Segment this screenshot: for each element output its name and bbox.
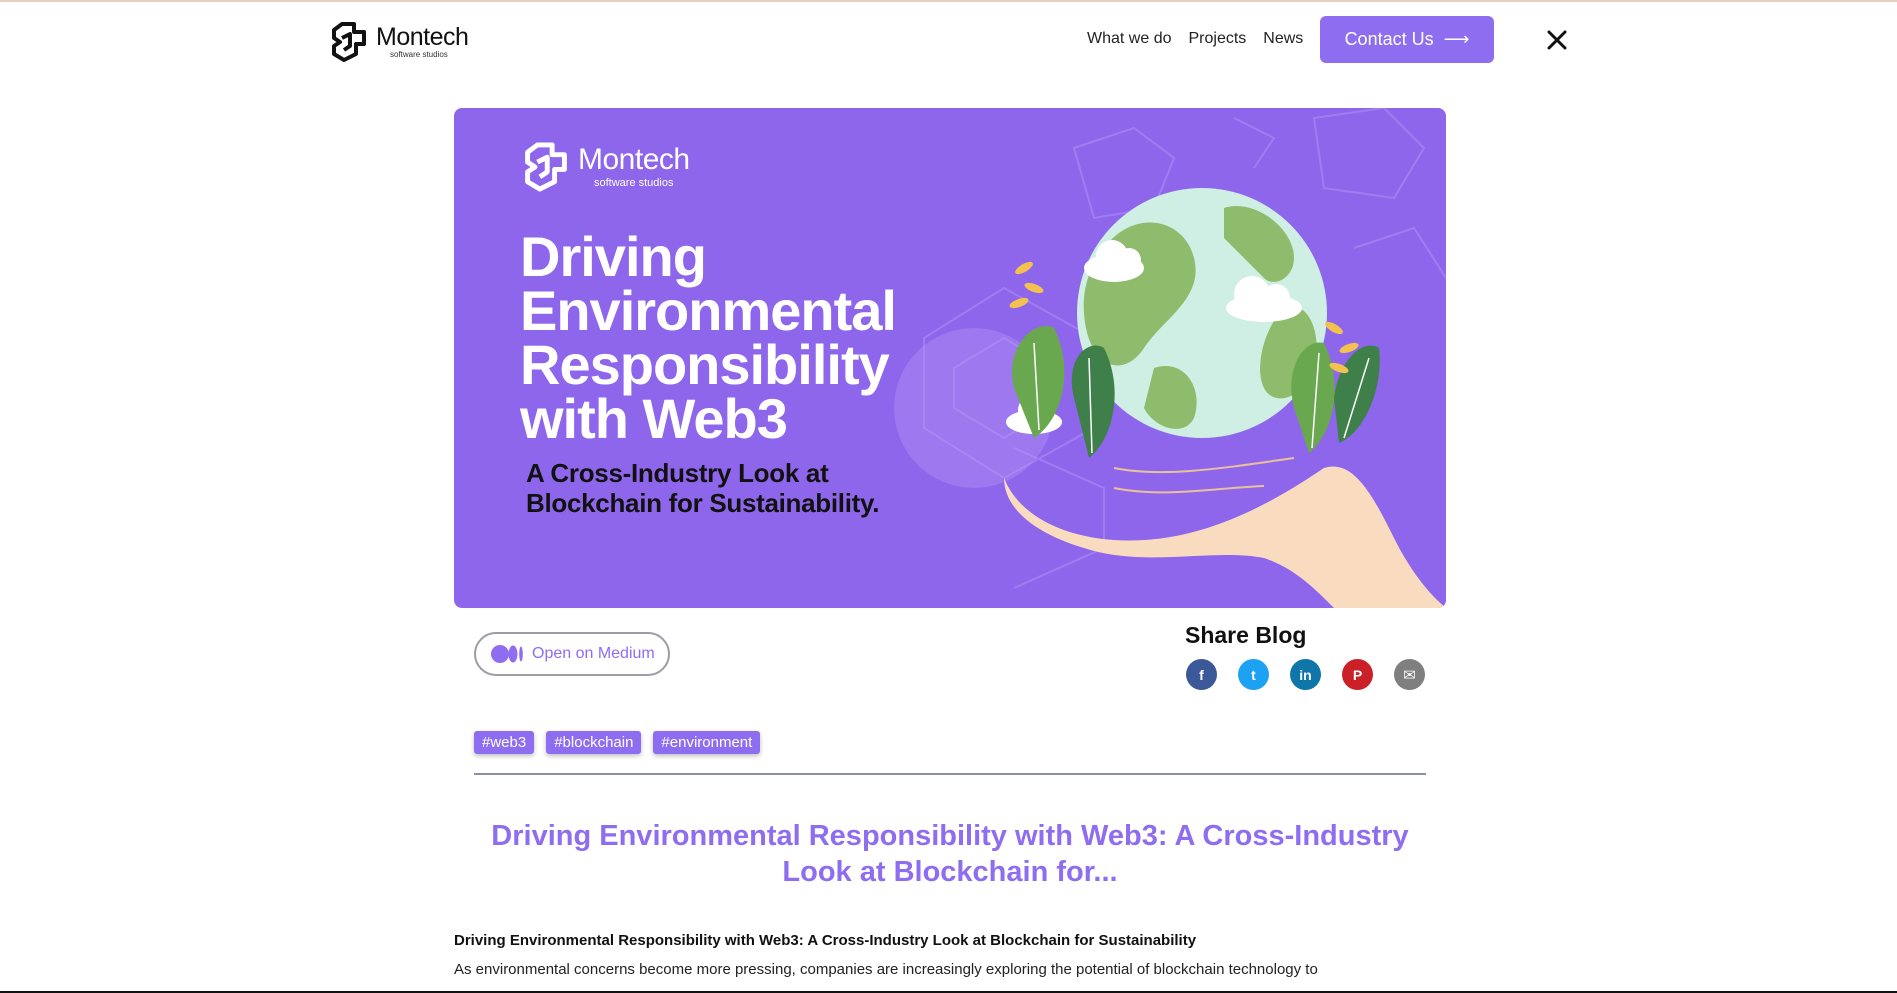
- hero-banner-image: Montech software studios Driving Environ…: [454, 108, 1446, 608]
- nav-what-we-do[interactable]: What we do: [1087, 30, 1171, 48]
- arrow-right-icon: ⟶: [1443, 29, 1470, 49]
- main-nav: What we do Projects News: [1087, 30, 1303, 48]
- site-logo[interactable]: Montech software studios: [328, 20, 469, 64]
- tag-list: #web3 #blockchain #environment: [474, 731, 761, 754]
- hero-logo-tagline: software studios: [594, 177, 674, 189]
- section-divider: [474, 773, 1426, 775]
- hero-title-line: Environmental: [520, 279, 897, 342]
- hero-logo: Montech software studios: [520, 140, 690, 194]
- hero-logo-name: Montech: [578, 143, 690, 176]
- open-on-medium-button[interactable]: Open on Medium: [474, 632, 670, 676]
- article-title: Driving Environmental Responsibility wit…: [491, 820, 1409, 888]
- logo-name: Montech: [376, 23, 469, 51]
- globe-in-hand-illustration: [1004, 188, 1446, 608]
- pinterest-icon[interactable]: P: [1342, 659, 1373, 690]
- hero-title-line: with Web3: [520, 387, 788, 450]
- article-lead: Driving Environmental Responsibility wit…: [454, 932, 1197, 949]
- hero-subtitle: A Cross-Industry Look at Blockchain for …: [526, 458, 946, 518]
- nav-news[interactable]: News: [1263, 30, 1303, 48]
- open-on-medium-label: Open on Medium: [532, 645, 655, 662]
- contact-us-label: Contact Us: [1344, 29, 1434, 49]
- close-icon: [1547, 30, 1567, 50]
- article-body: As environmental concerns become more pr…: [454, 961, 1318, 978]
- medium-icon: [490, 644, 524, 664]
- hero-subtitle-line: A Cross-Industry Look at: [526, 458, 829, 488]
- logo-tagline: software studios: [390, 50, 448, 59]
- share-blog-title: Share Blog: [1185, 622, 1307, 648]
- hero-title-line: Responsibility: [520, 333, 890, 396]
- montech-logo-icon: [525, 142, 567, 192]
- montech-logo-icon: [332, 22, 366, 62]
- hero-subtitle-line: Blockchain for Sustainability.: [526, 488, 880, 518]
- tag-environment[interactable]: #environment: [653, 731, 761, 754]
- nav-projects[interactable]: Projects: [1188, 30, 1246, 48]
- hero-title-line: Driving: [520, 225, 707, 288]
- close-button[interactable]: [1543, 26, 1571, 54]
- twitter-icon[interactable]: t: [1238, 659, 1269, 690]
- share-icons: f t in P ✉: [1186, 659, 1425, 690]
- email-icon[interactable]: ✉: [1394, 659, 1425, 690]
- facebook-icon[interactable]: f: [1186, 659, 1217, 690]
- site-header: Montech software studios What we do Proj…: [0, 0, 1897, 82]
- linkedin-icon[interactable]: in: [1290, 659, 1321, 690]
- hero-title: Driving Environmental Responsibility wit…: [520, 225, 990, 450]
- tag-web3[interactable]: #web3: [474, 731, 535, 754]
- tag-blockchain[interactable]: #blockchain: [546, 731, 642, 754]
- contact-us-button[interactable]: Contact Us ⟶: [1320, 16, 1494, 63]
